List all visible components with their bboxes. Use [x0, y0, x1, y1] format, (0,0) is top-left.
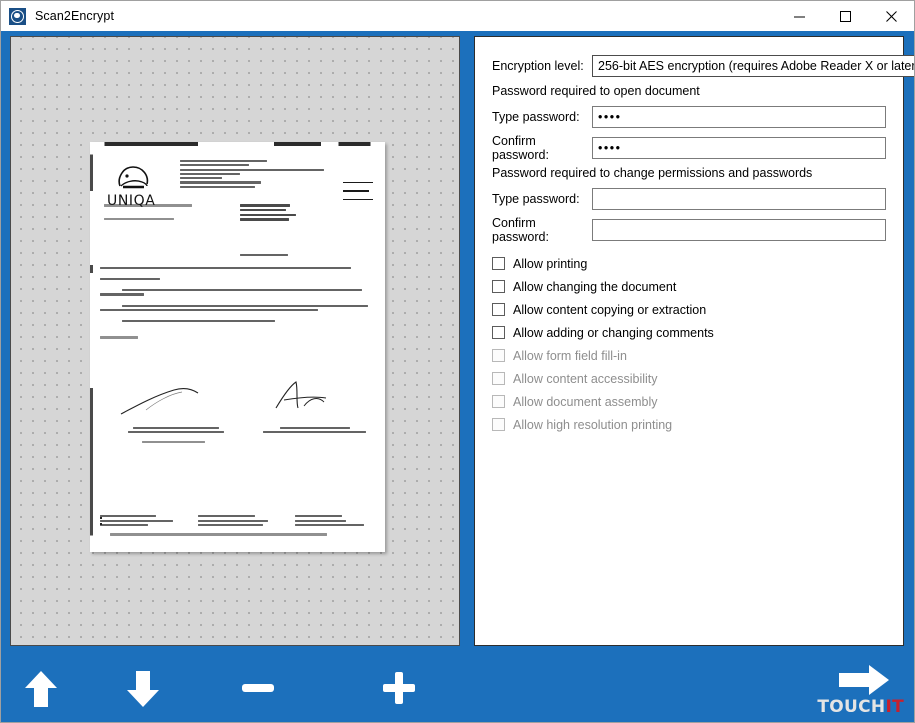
encryption-settings-panel: Encryption level: 256-bit AES encryption… [474, 36, 904, 646]
checkbox-icon [492, 349, 505, 362]
letterhead-address-block [180, 160, 330, 190]
open-confirm-password-row: Confirm password: [492, 135, 886, 161]
encryption-level-value: 256-bit AES encryption (requires Adobe R… [593, 59, 915, 73]
open-password-section-label: Password required to open document [492, 84, 886, 98]
open-confirm-password-label: Confirm password: [492, 134, 592, 162]
permissions-checkbox-list: Allow printing Allow changing the documen… [492, 252, 886, 436]
permissions-password-section-label: Password required to change permissions … [492, 166, 886, 180]
maximize-icon[interactable] [822, 1, 868, 31]
arrow-down-icon[interactable] [125, 668, 161, 710]
brand-text-touch: TOUCH [817, 697, 885, 717]
permission-label: Allow form field fill-in [513, 349, 627, 363]
permission-checkbox-row[interactable]: Allow adding or changing comments [492, 321, 886, 344]
open-type-password-label: Type password: [492, 110, 592, 124]
scanned-page[interactable]: UNIQA [90, 142, 385, 552]
permission-label: Allow adding or changing comments [513, 326, 714, 340]
encryption-level-row: Encryption level: 256-bit AES encryption… [492, 53, 886, 79]
perm-type-password-label: Type password: [492, 192, 592, 206]
document-stamp-lines [343, 182, 373, 207]
brand-text-it: IT [885, 697, 904, 717]
open-type-password-input[interactable] [592, 106, 886, 128]
permission-label: Allow high resolution printing [513, 418, 672, 432]
permission-label: Allow changing the document [513, 280, 676, 294]
title-bar: Scan2Encrypt [1, 1, 914, 31]
encryption-level-label: Encryption level: [492, 59, 592, 73]
touchit-brand-logo: TOUCHIT [817, 699, 904, 716]
permission-label: Allow content accessibility [513, 372, 658, 386]
checkbox-icon [492, 395, 505, 408]
arrow-right-icon[interactable] [836, 662, 892, 698]
perm-confirm-password-label: Confirm password: [492, 216, 592, 244]
perm-type-password-input[interactable] [592, 188, 886, 210]
recipient-address-block [240, 204, 310, 223]
checkbox-icon[interactable] [492, 257, 505, 270]
permission-checkbox-row: Allow form field fill-in [492, 344, 886, 367]
permission-label: Allow content copying or extraction [513, 303, 706, 317]
arrow-up-icon[interactable] [23, 668, 59, 710]
checkbox-icon [492, 372, 505, 385]
uniqa-logo: UNIQA [107, 164, 171, 209]
open-confirm-password-input[interactable] [592, 137, 886, 159]
encryption-level-select[interactable]: 256-bit AES encryption (requires Adobe R… [592, 55, 915, 77]
permission-checkbox-row: Allow document assembly [492, 390, 886, 413]
permission-checkbox-row[interactable]: Allow printing [492, 252, 886, 275]
permission-checkbox-row: Allow high resolution printing [492, 413, 886, 436]
window-controls [776, 1, 914, 31]
bottom-toolbar: 1 of 1 Fit width [1, 654, 914, 722]
plus-icon[interactable] [382, 671, 416, 705]
signature-left [116, 380, 236, 445]
minimize-icon[interactable] [776, 1, 822, 31]
permission-checkbox-row[interactable]: Allow content copying or extraction [492, 298, 886, 321]
signature-right [256, 376, 376, 436]
open-type-password-row: Type password: [492, 104, 886, 130]
scan2encrypt-app-icon [9, 8, 26, 25]
document-preview-panel[interactable]: UNIQA [10, 36, 460, 646]
page-content: UNIQA [90, 142, 385, 552]
document-date [240, 254, 288, 258]
perm-confirm-password-input[interactable] [592, 219, 886, 241]
permission-checkbox-row: Allow content accessibility [492, 367, 886, 390]
checkbox-icon [492, 418, 505, 431]
permission-label: Allow printing [513, 257, 587, 271]
window-title: Scan2Encrypt [35, 9, 114, 23]
recipient-reference-block [104, 204, 204, 223]
permission-checkbox-row[interactable]: Allow changing the document [492, 275, 886, 298]
uniqa-logo-mark [114, 164, 154, 192]
minus-icon[interactable] [241, 680, 275, 696]
perm-type-password-row: Type password: [492, 186, 886, 212]
signature-area [108, 380, 367, 470]
perm-confirm-password-row: Confirm password: [492, 217, 886, 243]
checkbox-icon[interactable] [492, 280, 505, 293]
close-icon[interactable] [868, 1, 914, 31]
permission-label: Allow document assembly [513, 395, 658, 409]
document-body-text [100, 267, 373, 348]
document-footer [100, 515, 375, 538]
checkbox-icon[interactable] [492, 326, 505, 339]
checkbox-icon[interactable] [492, 303, 505, 316]
application-window: Scan2Encrypt [0, 0, 915, 723]
